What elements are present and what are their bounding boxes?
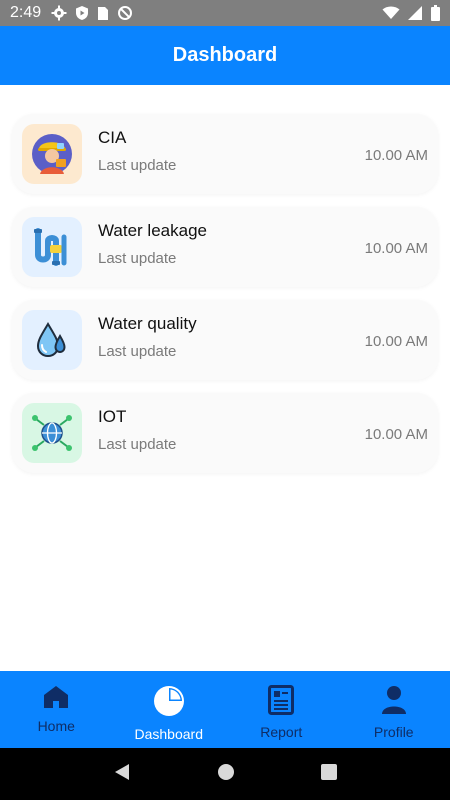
profile-icon xyxy=(381,685,407,720)
water-drop-icon xyxy=(22,310,82,370)
list-item-cia[interactable]: CIA Last update 10.00 AM xyxy=(12,114,438,194)
nav-label: Dashboard xyxy=(134,726,204,742)
nav-item-profile[interactable]: Profile xyxy=(338,671,450,748)
home-icon xyxy=(43,685,69,714)
system-navigation-bar xyxy=(0,748,450,800)
list-item-water-leakage[interactable]: Water leakage Last update 10.00 AM xyxy=(12,207,438,287)
pipe-icon xyxy=(22,217,82,277)
home-circle-icon[interactable] xyxy=(217,763,235,786)
item-time: 10.00 AM xyxy=(364,333,428,350)
wifi-icon xyxy=(382,6,400,20)
nav-label: Profile xyxy=(373,724,414,740)
battery-icon xyxy=(431,5,440,21)
recents-icon[interactable] xyxy=(321,763,337,785)
status-time: 2:49 xyxy=(10,4,42,21)
nav-item-report[interactable]: Report xyxy=(225,671,338,748)
shield-icon xyxy=(75,5,89,21)
nav-label: Home xyxy=(37,718,75,734)
item-subtitle: Last update xyxy=(98,250,177,267)
status-bar: 2:49 xyxy=(0,0,450,26)
sim-card-icon xyxy=(97,6,109,21)
report-icon xyxy=(268,685,295,720)
pie-chart-icon xyxy=(153,685,185,722)
bottom-navigation: Home Dashboard Report Profile xyxy=(0,671,450,748)
list-item-water-quality[interactable]: Water quality Last update 10.00 AM xyxy=(12,300,438,380)
item-subtitle: Last update xyxy=(98,157,177,174)
item-name: Water leakage xyxy=(98,221,207,240)
item-name: IOT xyxy=(98,407,127,426)
item-subtitle: Last update xyxy=(98,436,177,453)
item-time: 10.00 AM xyxy=(364,147,428,164)
item-name: Water quality xyxy=(98,314,197,333)
app-bar: Dashboard xyxy=(0,26,450,85)
worker-icon xyxy=(22,124,82,184)
nav-item-dashboard[interactable]: Dashboard xyxy=(113,671,226,748)
back-icon[interactable] xyxy=(113,763,131,786)
signal-icon xyxy=(408,6,423,20)
item-time: 10.00 AM xyxy=(364,240,428,257)
iot-globe-icon xyxy=(22,403,82,463)
gear-icon xyxy=(51,5,67,21)
item-subtitle: Last update xyxy=(98,343,177,360)
list-item-iot[interactable]: IOT Last update 10.00 AM xyxy=(12,393,438,473)
item-name: CIA xyxy=(98,128,127,147)
nav-item-home[interactable]: Home xyxy=(0,671,113,748)
at-sign-icon xyxy=(117,5,133,21)
item-time: 10.00 AM xyxy=(364,426,428,443)
nav-label: Report xyxy=(260,724,303,740)
page-title: Dashboard xyxy=(172,44,278,66)
